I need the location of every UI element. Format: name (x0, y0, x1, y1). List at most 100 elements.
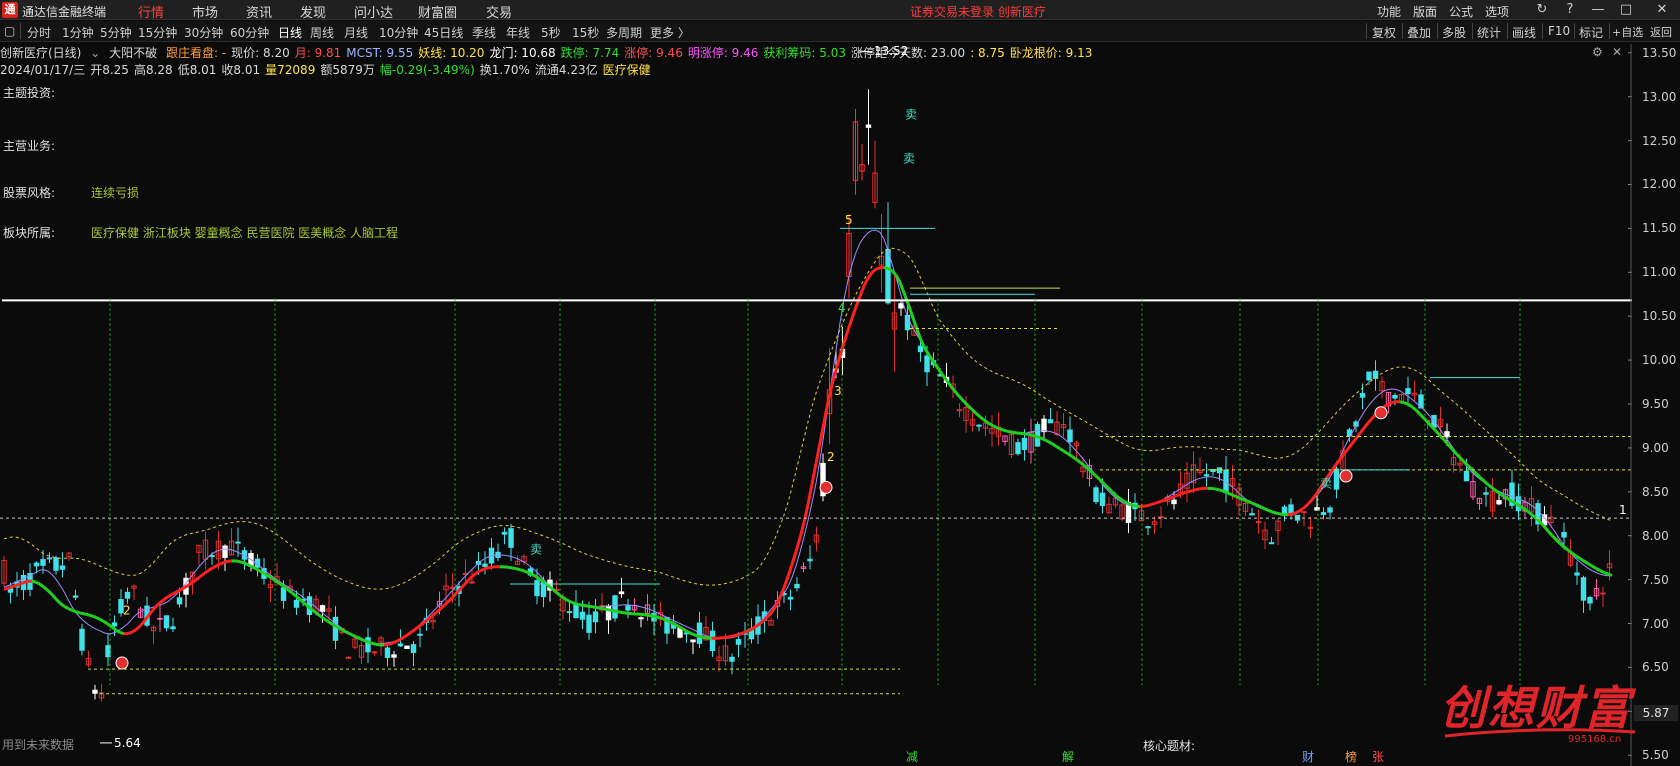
period-45day[interactable]: 45日线 (424, 24, 463, 41)
mark-finance[interactable]: 财 (1302, 748, 1314, 765)
menu-faxian[interactable]: 发现 (300, 2, 326, 21)
mark-reduce[interactable]: 减 (906, 748, 918, 765)
candle-body (1067, 429, 1073, 443)
period-monthly[interactable]: 月线 (344, 24, 368, 41)
period-30min[interactable]: 30分钟 (184, 24, 223, 41)
tool-duogu[interactable]: 多股 (1442, 24, 1466, 41)
trend-line-segment (1487, 483, 1493, 489)
tool-fuquan[interactable]: 复权 (1372, 24, 1396, 41)
period-fenshi[interactable]: 分时 (27, 24, 51, 41)
period-quarter[interactable]: 季线 (472, 24, 496, 41)
price-tick: 11.50 (1642, 221, 1677, 236)
trend-line-segment (483, 566, 489, 571)
tool-huaxian[interactable]: 画线 (1512, 24, 1536, 41)
period-daily[interactable]: 日线 (278, 24, 302, 41)
trend-line-segment (415, 624, 421, 630)
candle-body (391, 654, 397, 658)
help-icon[interactable]: ? (1556, 1, 1584, 19)
tool-add-watchlist[interactable]: +自选 (1612, 24, 1643, 40)
panel-toggle-icon[interactable]: ▢ (4, 24, 15, 38)
menu-xuanxiang[interactable]: 选项 (1485, 3, 1509, 20)
menu-jiaoyi[interactable]: 交易 (486, 2, 512, 21)
period-5min[interactable]: 5分钟 (100, 24, 132, 41)
trend-line-segment (79, 611, 85, 616)
candle-body (709, 630, 716, 652)
candle-body (176, 597, 183, 605)
trend-line-segment (1090, 471, 1098, 477)
minimize-icon[interactable]: — (1584, 1, 1612, 19)
trend-line-segment (667, 619, 673, 625)
price-tick: 8.50 (1642, 484, 1669, 499)
period-15min[interactable]: 15分钟 (138, 24, 177, 41)
trend-line-segment (1483, 479, 1489, 486)
candle-body (59, 565, 66, 570)
trend-line-segment (1291, 511, 1297, 516)
trend-line-segment (1515, 502, 1521, 508)
candle-body (612, 595, 618, 619)
candle-body (371, 651, 378, 654)
trend-line-segment (1595, 567, 1601, 572)
trend-line-segment (1163, 497, 1169, 502)
maximize-icon[interactable]: □ (1612, 1, 1640, 19)
candle-body (534, 580, 540, 597)
trend-line-segment (195, 575, 201, 582)
menu-shichang[interactable]: 市场 (192, 2, 218, 21)
menu-caifuquan[interactable]: 财富圈 (418, 2, 457, 21)
trend-line-segment (810, 463, 818, 485)
trend-line-segment (946, 381, 954, 389)
candle-body (79, 628, 85, 651)
mark-limit[interactable]: 张 (1372, 748, 1384, 765)
trend-line-segment (19, 581, 25, 586)
candle-body (1171, 499, 1177, 505)
tool-back[interactable]: 返回 (1650, 24, 1672, 40)
kline-chart[interactable]: 卖卖卖卖22345113.525.64 (0, 44, 1632, 766)
close-icon[interactable]: ✕ (1648, 1, 1676, 19)
trend-line-segment (1366, 417, 1374, 425)
menu-zixun[interactable]: 资讯 (246, 2, 272, 21)
candle-body (1015, 442, 1021, 455)
candle-body (157, 617, 163, 620)
period-60min[interactable]: 60分钟 (230, 24, 269, 41)
trend-line-segment (643, 613, 649, 617)
trend-line-segment (1039, 436, 1045, 441)
tool-biaoji[interactable]: 标记 (1579, 24, 1603, 41)
trend-line-segment (883, 266, 889, 270)
trend-line-segment (1075, 457, 1081, 464)
trend-line-segment (159, 598, 165, 604)
candle-body (222, 545, 228, 558)
tool-tongji[interactable]: 统计 (1477, 24, 1501, 41)
menu-wenxiaoda[interactable]: 问小达 (354, 2, 393, 21)
login-status[interactable]: 证券交易未登录 创新医疗 (910, 3, 1046, 20)
period-weekly[interactable]: 周线 (310, 24, 334, 41)
trend-line-segment (487, 565, 493, 570)
candle-body (1320, 512, 1327, 516)
trend-line-segment (523, 569, 529, 574)
trend-line-segment (1391, 400, 1397, 405)
period-more[interactable]: 更多 〉 (650, 24, 690, 41)
tool-f10[interactable]: F10 (1548, 24, 1570, 38)
trend-line-segment (842, 329, 850, 344)
period-1min[interactable]: 1分钟 (62, 24, 94, 41)
tool-diejia[interactable]: 叠加 (1407, 24, 1431, 41)
trend-line-segment (1275, 511, 1281, 516)
period-15sec[interactable]: 15秒 (572, 24, 599, 41)
period-5sec[interactable]: 5秒 (541, 24, 561, 41)
trend-line-segment (1171, 494, 1177, 499)
mark-ranking[interactable]: 榜 (1345, 748, 1357, 765)
menu-hangqing[interactable]: 行情 (138, 2, 164, 21)
period-10min[interactable]: 10分钟 (379, 24, 418, 41)
refresh-icon[interactable]: ↻ (1528, 1, 1556, 19)
trend-line-segment (442, 600, 450, 607)
candle-body (924, 355, 930, 373)
period-multi[interactable]: 多周期 (606, 24, 642, 41)
trend-line-segment (163, 595, 169, 601)
mark-unlock[interactable]: 解 (1062, 748, 1074, 765)
value-sector[interactable]: 医疗保健 浙江板块 婴童概念 民营医院 医美概念 人脑工程 (91, 224, 398, 241)
menu-gongshi[interactable]: 公式 (1449, 3, 1473, 20)
menu-banmian[interactable]: 版面 (1413, 3, 1437, 20)
menu-gongneng[interactable]: 功能 (1377, 3, 1401, 20)
trend-line-segment (11, 584, 17, 589)
trend-line-segment (1362, 422, 1370, 430)
period-year[interactable]: 年线 (506, 24, 530, 41)
trend-line-segment (1550, 534, 1558, 541)
